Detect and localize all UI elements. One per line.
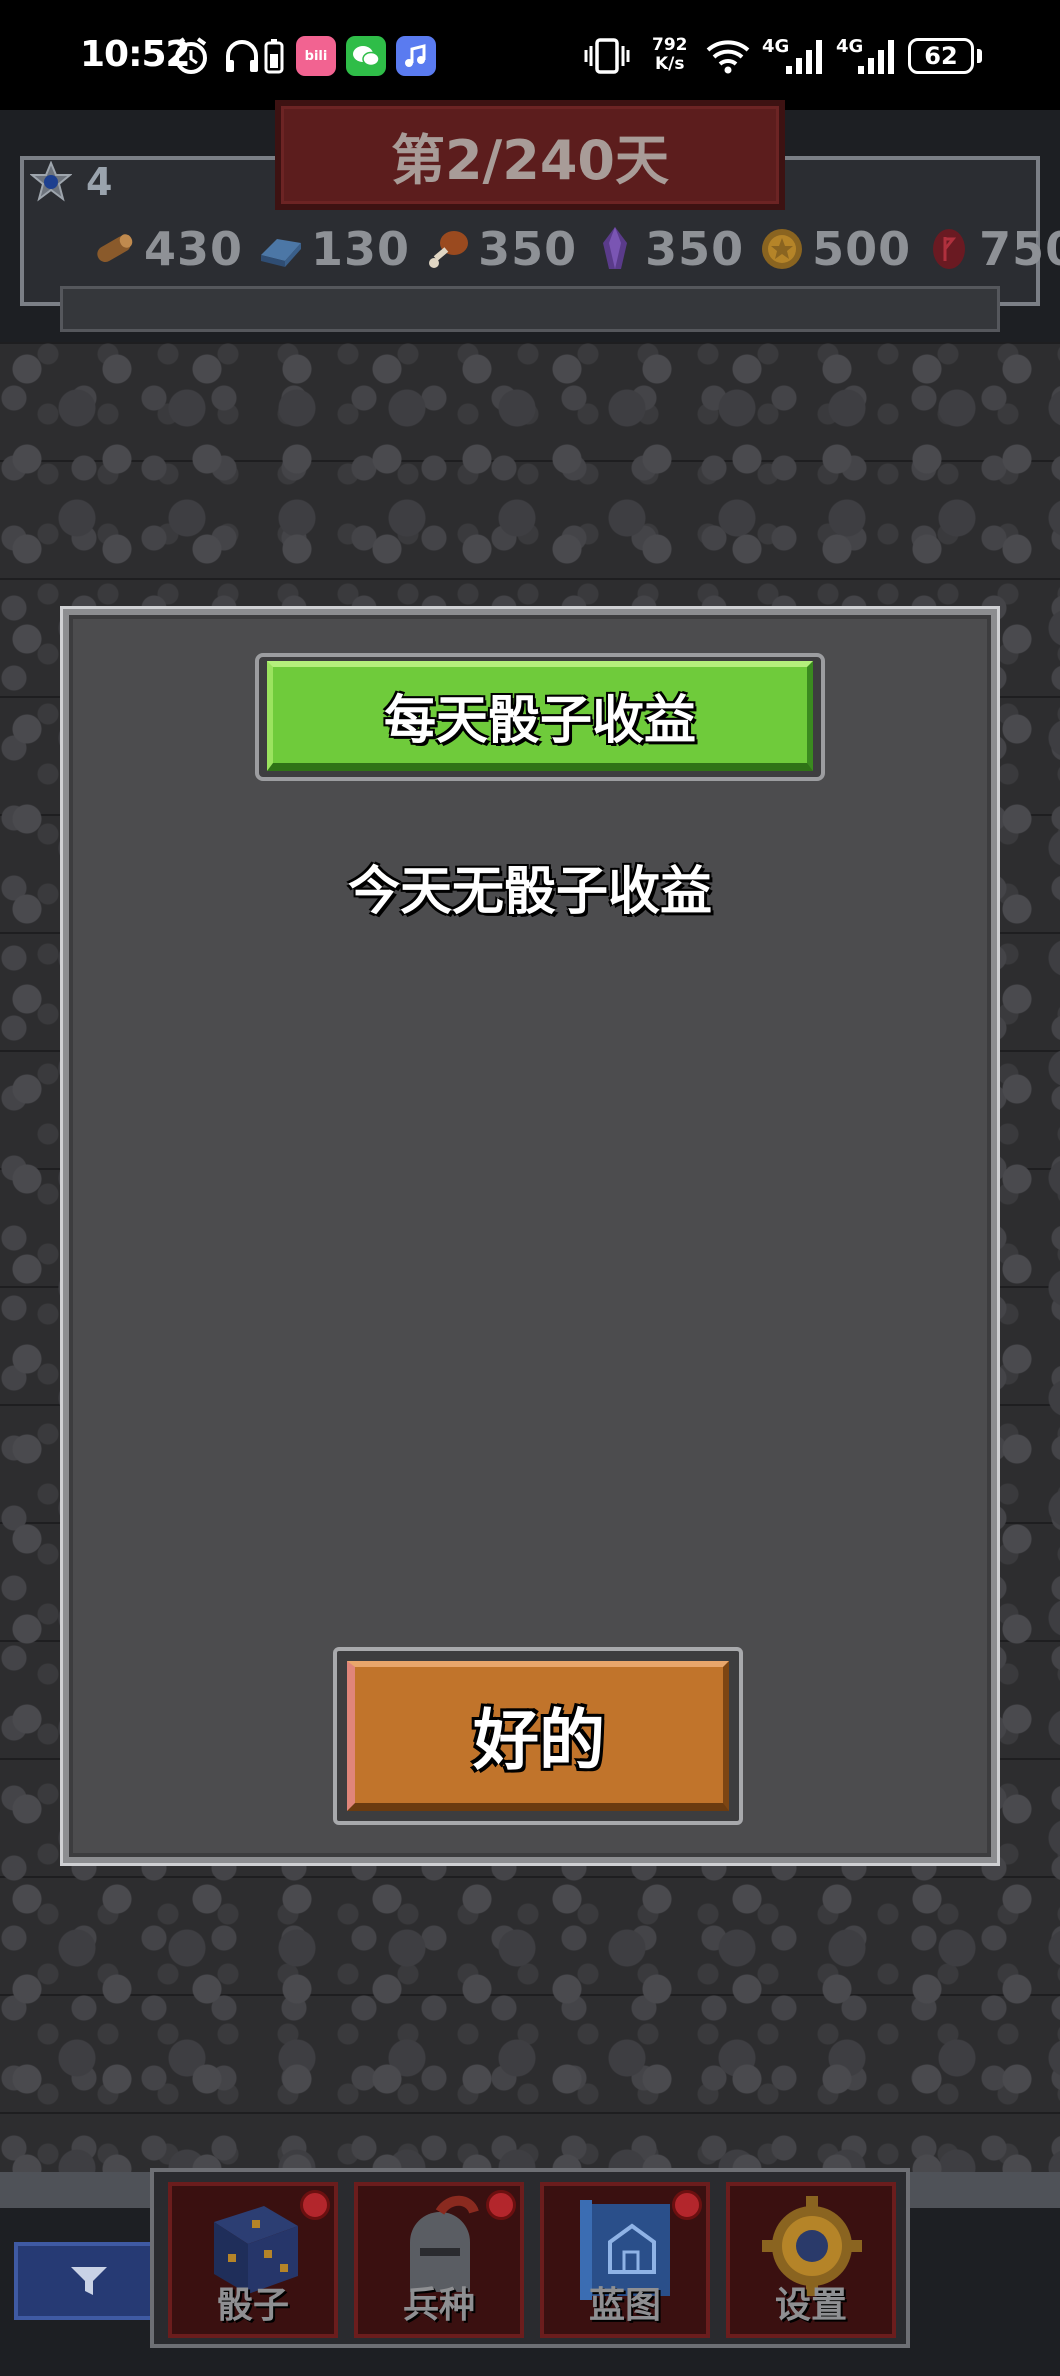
player-level[interactable]: 4 [30,160,112,204]
nav-label: 设置 [774,2285,847,2326]
iron-bar-icon [261,239,302,267]
nav-item-units[interactable]: 兵种 [354,2182,524,2338]
filter-icon [71,2267,107,2295]
alarm-icon [170,36,212,76]
meat-icon [429,231,469,268]
daily-dice-income-dialog: 每天骰子收益 今天无骰子收益 好的 [60,606,1000,1866]
dialog-title: 每天骰子收益 [267,661,813,771]
resource-iron: 130 [257,222,410,276]
resource-meat: 350 [424,222,577,276]
bottom-bar: 骰子 兵种 蓝图 设置 [0,2168,1060,2376]
resource-wood: 430 [90,222,243,276]
resource-value: 750 [979,222,1060,276]
battery-indicator: 62 [908,38,974,74]
battery-saver-icon [262,36,286,76]
red-rune-icon [933,229,966,269]
status-bar: 10:52 bili 792 K/s 4G 4G 62 [0,0,1060,110]
resource-rune: 750 [925,222,1060,276]
ok-button-frame: 好的 [333,1647,743,1825]
vibrate-icon [582,36,632,76]
wifi-icon [704,36,752,76]
music-app-icon [396,36,436,76]
headphones-icon [222,36,262,76]
wechat-icon [346,36,386,76]
bilibili-icon: bili [296,36,336,76]
nav-item-settings[interactable]: 设置 [726,2182,896,2338]
nav-label: 骰子 [216,2285,289,2326]
dialog-body: 每天骰子收益 今天无骰子收益 好的 [69,615,991,1857]
signal-icon-1 [784,36,828,76]
nav-label: 兵种 [402,2285,475,2326]
resource-gold: 500 [758,222,911,276]
level-value: 4 [86,160,113,204]
resource-list: 430 130 350 350 500 750 [90,222,1060,276]
resource-value: 500 [812,222,912,276]
notification-dot [486,2190,516,2220]
resource-value: 430 [144,222,244,276]
resource-crystal: 350 [591,222,744,276]
nav-item-blueprint[interactable]: 蓝图 [540,2182,710,2338]
nav-label: 蓝图 [588,2285,661,2326]
nav-item-dice[interactable]: 骰子 [168,2182,338,2338]
resource-value: 350 [645,222,745,276]
gold-coin-icon [762,229,803,269]
wood-log-icon [97,234,133,262]
resource-value: 350 [478,222,578,276]
notification-dot [672,2190,702,2220]
network-speed: 792 K/s [652,35,688,74]
dialog-message: 今天无骰子收益 [347,862,712,922]
signal-icon-2 [856,36,900,76]
battery-tip [977,49,982,63]
bottom-nav: 骰子 兵种 蓝图 设置 [150,2168,910,2348]
dialog-title-plate: 每天骰子收益 [255,653,825,781]
resource-frame-lip [60,286,1000,332]
day-counter-banner: 第2/240天 [275,100,785,210]
ok-button[interactable]: 好的 [347,1661,729,1811]
star-gem-icon [30,161,72,202]
notification-dot [300,2190,330,2220]
purple-crystal-icon [603,227,628,269]
filter-button[interactable] [14,2242,164,2320]
resource-value: 130 [311,222,411,276]
